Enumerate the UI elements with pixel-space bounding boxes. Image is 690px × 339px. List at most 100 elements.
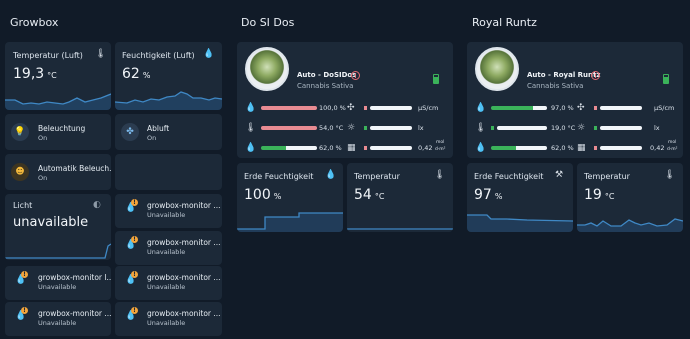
temperature-value: 54,0 °C [319,124,344,132]
warning-icon: ! [131,199,138,206]
leaf-conductivity-icon: ✣ [577,103,585,113]
temperature-air-card[interactable]: Temperatur (Luft) 🌡 19,3 °C [5,42,111,110]
sun-icon: ☼ [347,123,356,133]
humidity-value: 62,0 % [551,144,574,152]
dli-bar [600,146,642,150]
dli-unit-top: mol [436,140,445,145]
humidity-sparkline [115,91,222,110]
column-title-royal: Royal Runtz [472,16,537,29]
dli-bar [370,146,412,150]
monitor-tile[interactable]: 💧 ! growbox-monitor ... Unavailable [115,231,222,265]
monitor-tile[interactable]: 💧 ! growbox-monitor ... Unavailable [115,302,222,336]
tile-state: Unavailable [147,248,186,256]
light-switch-tile[interactable]: 💡 Beleuchtung On [5,114,111,150]
plant-image [475,47,519,91]
warning-icon: ! [131,236,138,243]
empty-tile [115,154,222,190]
plant-image [245,47,289,91]
monitor-tile[interactable]: 💧 ! growbox-monitor ... Unavailable [115,266,222,300]
warning-icon: ! [131,271,138,278]
tile-name: growbox-monitor ... [147,201,221,210]
plant-card-dosidos[interactable]: Auto - DoSIDos ! Cannabis Sativa 💧 100,0… [237,42,453,158]
humidity-air-card[interactable]: Feuchtigkeit (Luft) 💧 62% [115,42,222,110]
conductivity-bar [600,106,642,110]
tile-name: growbox-monitor ... [147,309,221,318]
plant-species: Cannabis Sativa [527,82,584,90]
illuminance-unit: lx [418,124,424,132]
battery-icon [663,74,669,84]
thermometer-icon: 🌡 [245,123,257,133]
tile-state: Unavailable [38,319,77,327]
conductivity-bar [370,106,412,110]
tile-state: Unavailable [147,319,186,327]
warning-icon: ! [131,307,138,314]
dli-value: 0,42 [418,144,433,152]
tile-state: Unavailable [147,283,186,291]
temperature-sparkline [577,218,683,232]
tile-name: growbox-monitor ... [147,273,221,282]
soil-moisture-card-dosidos[interactable]: Erde Feuchtigkeit 💧 100% [237,163,343,232]
water-drop-icon: 💧 [475,143,487,153]
dli-value: 0,42 [650,144,665,152]
temperature-bar [261,126,317,130]
tile-name: growbox-monitor ... [147,238,221,247]
warning-icon: ! [351,71,360,80]
licht-sparkline [5,243,111,259]
dli-unit-bottom: d·m² [435,147,446,152]
thermometer-icon: 🌡 [475,123,487,133]
tile-name: Abluft [147,124,170,133]
warning-icon: ! [591,71,600,80]
temperature-sparkline [5,93,111,110]
moisture-bar [491,106,547,110]
illuminance-marker [364,126,367,130]
moisture-value: 100,0 % [319,104,346,112]
licht-card[interactable]: Licht ◐ unavailable [5,194,111,260]
automation-tile[interactable]: ☻ Automatik Beleuch... On [5,154,111,190]
temperature-bar [497,126,547,130]
moisture-value: 97,0 % [551,104,574,112]
tile-state: On [38,134,48,142]
robot-icon: ☻ [11,163,29,181]
illuminance-bar [370,126,412,130]
leaf-conductivity-icon: ✣ [347,103,355,113]
illuminance-marker [594,126,597,130]
fan-icon: ✤ [121,123,139,141]
soil-moisture-sparkline [467,214,573,232]
conductivity-marker [594,106,597,110]
fan-switch-tile[interactable]: ✤ Abluft On [115,114,222,150]
humidity-bar [261,146,317,150]
temperature-card-royal[interactable]: Temperatur 🌡 19 °C [577,163,683,232]
conductivity-marker [364,106,367,110]
column-title-dosidos: Do SI Dos [241,16,295,29]
temperature-card-dosidos[interactable]: Temperatur 🌡 54 °C [347,163,453,232]
monitor-tile[interactable]: 💧 ! growbox-monitor l... Unavailable [5,266,111,300]
illuminance-bar [600,126,642,130]
water-drop-icon: 💧 [245,103,257,113]
dli-unit-top: mol [668,140,677,145]
conductivity-unit: µS/cm [654,104,675,112]
plant-name: Auto - Royal Runtz [527,71,601,79]
temperature-marker [491,126,494,130]
tile-state: Unavailable [38,283,77,291]
moisture-bar [261,106,317,110]
tile-state: On [147,134,157,142]
temperature-sparkline [347,228,453,230]
plant-card-royal[interactable]: Auto - Royal Runtz ! Cannabis Sativa 💧 9… [467,42,683,158]
dli-unit-bottom: d·m² [667,147,678,152]
plant-name: Auto - DoSIDos [297,71,357,79]
monitor-tile[interactable]: 💧 ! growbox-monitor ... Unavailable [5,302,111,336]
temperature-value: 19,0 °C [551,124,576,132]
tile-state: Unavailable [147,211,186,219]
battery-icon [433,74,439,84]
humidity-bar [491,146,547,150]
humidity-value: 62,0 % [319,144,342,152]
monitor-tile[interactable]: 💧 ! growbox-monitor ... Unavailable [115,194,222,228]
light-bulb-icon: 💡 [11,123,29,141]
water-drop-icon: 💧 [245,143,257,153]
dli-marker [364,146,367,150]
tile-name: growbox-monitor l... [38,273,111,282]
soil-moisture-card-royal[interactable]: Erde Feuchtigkeit ⚒ 97% [467,163,573,232]
sun-icon: ☼ [577,123,586,133]
dli-icon: ▦ [577,143,586,153]
illuminance-unit: lx [654,124,660,132]
